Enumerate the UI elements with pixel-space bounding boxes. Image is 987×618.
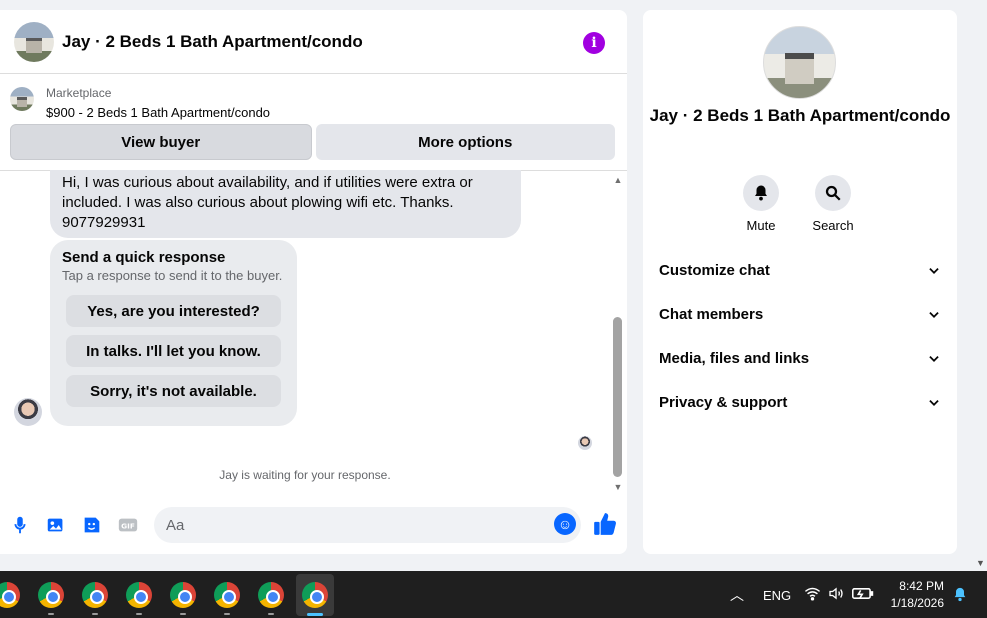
section-chat-members[interactable]: Chat members (659, 306, 941, 323)
chrome-icon[interactable] (214, 582, 240, 608)
gif-icon[interactable]: GIF (116, 513, 140, 537)
chrome-icon[interactable] (302, 582, 328, 608)
taskbar-indicator (92, 613, 98, 615)
chevron-down-icon (929, 311, 939, 318)
chrome-icon[interactable] (170, 582, 196, 608)
chrome-icon[interactable] (38, 582, 64, 608)
section-label: Media, files and links (659, 350, 810, 367)
scroll-down-icon[interactable]: ▼ (612, 482, 624, 492)
svg-text:GIF: GIF (121, 522, 135, 531)
scroll-up-icon[interactable]: ▲ (612, 175, 624, 185)
chat-panel: Jay · 2 Beds 1 Bath Apartment/condo i Ma… (0, 10, 627, 554)
details-panel: Jay · 2 Beds 1 Bath Apartment/condo Mute… (643, 10, 957, 554)
mute-label: Mute (746, 218, 776, 233)
microphone-icon[interactable] (8, 513, 32, 537)
notification-icon[interactable] (952, 586, 968, 606)
message-input[interactable]: Aa (154, 507, 581, 543)
listing-avatar[interactable] (14, 21, 54, 62)
scrollbar-thumb[interactable] (613, 317, 622, 477)
section-customize-chat[interactable]: Customize chat (659, 262, 941, 279)
bell-icon (743, 175, 779, 211)
taskbar-indicator (268, 613, 274, 615)
chat-header: Jay · 2 Beds 1 Bath Apartment/condo i (0, 10, 627, 74)
sender-avatar[interactable] (14, 398, 42, 426)
buyer-message: Hi, I was curious about availability, an… (50, 170, 521, 238)
language-indicator[interactable]: ENG (763, 588, 791, 603)
search-icon (815, 175, 851, 211)
seen-avatar (578, 436, 592, 450)
section-label: Customize chat (659, 262, 770, 279)
section-media-files-links[interactable]: Media, files and links (659, 350, 941, 367)
listing-thumbnail (10, 87, 34, 111)
search-label: Search (812, 218, 854, 233)
emoji-icon[interactable]: ☺ (554, 513, 576, 535)
marketplace-listing[interactable]: Marketplace $900 - 2 Beds 1 Bath Apartme… (0, 74, 627, 124)
info-icon[interactable]: i (583, 32, 605, 54)
photo-icon[interactable] (44, 513, 68, 537)
like-icon[interactable] (592, 511, 618, 537)
chrome-icon[interactable] (258, 582, 284, 608)
waiting-status: Jay is waiting for your response. (219, 468, 391, 482)
taskbar: ︿ ENG 8:42 PM 1/18/2026 (0, 571, 987, 618)
chat-title[interactable]: Jay · 2 Beds 1 Bath Apartment/condo (62, 32, 363, 52)
profile-title: Jay · 2 Beds 1 Bath Apartment/condo (649, 106, 951, 125)
view-buyer-button[interactable]: View buyer (10, 124, 312, 160)
taskbar-indicator (136, 613, 142, 615)
chrome-icon[interactable] (82, 582, 108, 608)
chrome-icon[interactable] (126, 582, 152, 608)
listing-source: Marketplace (46, 86, 112, 100)
more-options-button[interactable]: More options (315, 124, 615, 160)
taskbar-indicator (224, 613, 230, 615)
quick-response-option[interactable]: In talks. I'll let you know. (66, 335, 281, 367)
quick-response-subtitle: Tap a response to send it to the buyer. (62, 268, 283, 283)
volume-icon[interactable] (828, 585, 844, 605)
chrome-icon[interactable] (0, 582, 20, 608)
profile-avatar[interactable] (763, 26, 836, 99)
section-privacy-support[interactable]: Privacy & support (659, 394, 941, 411)
section-label: Privacy & support (659, 394, 788, 411)
chevron-down-icon (929, 355, 939, 362)
clock-date[interactable]: 1/18/2026 (884, 596, 944, 610)
wifi-icon[interactable] (804, 585, 821, 605)
chevron-down-icon (929, 399, 939, 406)
taskbar-active-indicator (307, 613, 323, 616)
search-button[interactable]: Search (812, 175, 854, 233)
section-label: Chat members (659, 306, 764, 323)
page-scroll-down-icon[interactable]: ▼ (976, 558, 985, 568)
quick-response-card: Send a quick response Tap a response to … (50, 240, 297, 426)
quick-response-title: Send a quick response (62, 249, 226, 266)
clock-time[interactable]: 8:42 PM (888, 579, 944, 593)
quick-response-option[interactable]: Sorry, it's not available. (66, 375, 281, 407)
sticker-icon[interactable] (80, 513, 104, 537)
chevron-up-icon[interactable]: ︿ (730, 585, 744, 605)
taskbar-indicator (48, 613, 54, 615)
listing-title: $900 - 2 Beds 1 Bath Apartment/condo (46, 105, 271, 120)
chevron-down-icon (929, 267, 939, 274)
composer: GIF Aa ☺ (0, 503, 627, 547)
quick-response-option[interactable]: Yes, are you interested? (66, 295, 281, 327)
battery-icon[interactable] (852, 586, 874, 604)
taskbar-indicator (180, 613, 186, 615)
mute-button[interactable]: Mute (743, 175, 779, 233)
